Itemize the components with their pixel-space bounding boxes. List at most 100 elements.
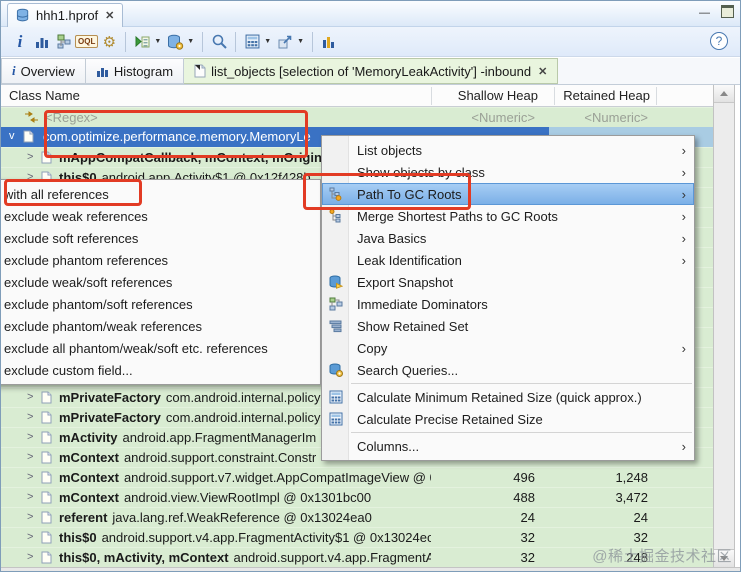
menu-item-show-retained-set[interactable]: Show Retained Set [322,315,694,337]
row-label: this$0, mActivity, mContext android.suppo… [59,550,431,565]
main-toolbar: i OQL ⚙ ▼ ▼ ▼ ▼ [1,27,740,57]
menu-item-exclude-phantom-weak[interactable]: exclude phantom/weak references [1,315,320,337]
menu-item-copy[interactable]: Copy › [322,337,694,359]
export-snapshot-icon [329,275,343,289]
submenu-arrow-icon: › [681,230,686,246]
column-class-name[interactable]: Class Name [9,85,80,106]
table-row[interactable]: > mContext android.view.ViewRootImpl @ 0x… [1,487,713,507]
export-icon [278,35,292,48]
menu-item-search-queries[interactable]: Search Queries... [322,359,694,381]
query-browser-button[interactable] [164,30,186,54]
column-shallow-heap[interactable]: Shallow Heap [431,85,546,106]
calculate-dropdown-icon[interactable]: ▼ [264,38,271,45]
menu-item-path-to-gc-roots[interactable]: Path To GC Roots › [322,183,694,205]
retained-heap-value: 248 [626,550,648,565]
table-row[interactable]: > this$0, mActivity, mContext android.sup… [1,547,713,567]
submenu-arrow-icon: › [681,340,686,356]
dominator-tree-button[interactable] [53,30,75,54]
menu-separator [351,432,692,433]
menu-item-export-snapshot[interactable]: Export Snapshot [322,271,694,293]
settings-button[interactable]: ⚙ [98,30,120,54]
table-row[interactable]: > mContext android.support.v7.widget.AppC… [1,467,713,487]
compare-button[interactable] [318,30,340,54]
query-browser-dropdown-icon[interactable]: ▼ [187,38,194,45]
menu-item-merge-shortest-paths[interactable]: Merge Shortest Paths to GC Roots › [322,205,694,227]
help-button[interactable]: ? [710,32,728,50]
minimize-button[interactable]: — [698,5,711,19]
view-tab-bar: i Overview Histogram list_objects [selec… [1,58,740,85]
heap-dump-icon [16,8,29,22]
close-tab-icon[interactable]: ✕ [536,65,547,78]
run-report-dropdown-icon[interactable]: ▼ [154,38,161,45]
calculator-icon [329,390,342,404]
scroll-down-button[interactable] [714,549,734,567]
column-divider [554,87,555,105]
export-dropdown-icon[interactable]: ▼ [297,38,304,45]
table-row[interactable]: > referent java.lang.ref.WeakReference @ … [1,507,713,527]
menu-item-exclude-soft[interactable]: exclude soft references [1,227,320,249]
menu-item-leak-identification[interactable]: Leak Identification › [322,249,694,271]
filter-icon [25,111,38,123]
vertical-scrollbar[interactable] [713,85,735,567]
submenu-arrow-icon: › [681,438,686,454]
menu-item-columns[interactable]: Columns... › [322,435,694,457]
tab-histogram[interactable]: Histogram [85,58,185,84]
submenu-arrow-icon: › [681,208,686,224]
gear-icon: ⚙ [102,33,117,51]
horizontal-scrollbar[interactable] [1,567,740,571]
tab-list-objects[interactable]: list_objects [selection of 'MemoryLeakAc… [184,58,559,84]
shallow-heap-value: 32 [520,550,535,565]
menu-item-exclude-phantom-soft[interactable]: exclude phantom/soft references [1,293,320,315]
search-icon [212,34,227,49]
histogram-icon [96,67,108,77]
merge-paths-icon [329,209,340,223]
tab-histogram-label: Histogram [113,63,174,79]
histogram-button[interactable] [31,30,53,54]
info-icon: i [17,31,23,51]
menu-item-calc-minimum-retained[interactable]: Calculate Minimum Retained Size (quick a… [322,386,694,408]
menu-item-exclude-phantom[interactable]: exclude phantom references [1,249,320,271]
editor-tab-hhh1-hprof[interactable]: hhh1.hprof ✕ [7,3,124,27]
context-menu: List objects › Show objects by class › Pat… [321,135,695,461]
close-tab-icon[interactable]: ✕ [103,9,114,22]
menu-item-exclude-weak-soft[interactable]: exclude weak/soft references [1,271,320,293]
tab-overview-label: Overview [20,63,75,79]
submenu-arrow-icon: › [681,164,686,180]
run-expert-test-button[interactable] [131,30,153,54]
references-submenu: with all references exclude weak referen… [1,179,321,385]
calculate-retained-size-button[interactable] [241,30,263,54]
column-retained-heap[interactable]: Retained Heap [552,85,652,106]
menu-item-show-objects-by-class[interactable]: Show objects by class › [322,161,694,183]
filter-row[interactable]: <Regex> <Numeric> <Numeric> [1,107,713,127]
menu-item-exclude-custom-field[interactable]: exclude custom field... [1,359,320,381]
submenu-arrow-icon: › [681,186,686,202]
run-report-icon [135,35,150,47]
overview-info-button[interactable]: i [9,30,31,54]
regex-filter-field[interactable]: <Regex> [45,108,98,127]
menu-item-exclude-weak[interactable]: exclude weak references [1,205,320,227]
tab-overview[interactable]: i Overview [1,58,86,84]
query-result-icon [194,64,206,78]
submenu-arrow-icon: › [681,142,686,158]
search-button[interactable] [208,30,230,54]
submenu-arrow-icon: › [681,252,686,268]
info-icon: i [12,63,16,78]
oql-button[interactable]: OQL [75,30,99,54]
shallow-filter-field[interactable]: <Numeric> [431,108,546,127]
retained-set-icon [329,320,341,333]
menu-item-exclude-all[interactable]: exclude all phantom/weak/soft etc. refer… [1,337,320,359]
gc-roots-icon [329,187,341,201]
retained-filter-field[interactable]: <Numeric> [546,108,651,127]
compare-icon [323,36,335,48]
maximize-button[interactable] [721,5,734,18]
toolbar-separator [235,31,237,52]
scroll-up-button[interactable] [714,85,734,103]
menu-item-java-basics[interactable]: Java Basics › [322,227,694,249]
retained-heap-value: 32 [633,530,648,545]
menu-item-list-objects[interactable]: List objects › [322,139,694,161]
table-row[interactable]: > this$0 android.support.v4.app.FragmentA… [1,527,713,547]
export-button[interactable] [274,30,296,54]
menu-item-with-all-references[interactable]: with all references [1,183,320,205]
menu-item-calc-precise-retained[interactable]: Calculate Precise Retained Size [322,408,694,430]
menu-item-immediate-dominators[interactable]: Immediate Dominators [322,293,694,315]
